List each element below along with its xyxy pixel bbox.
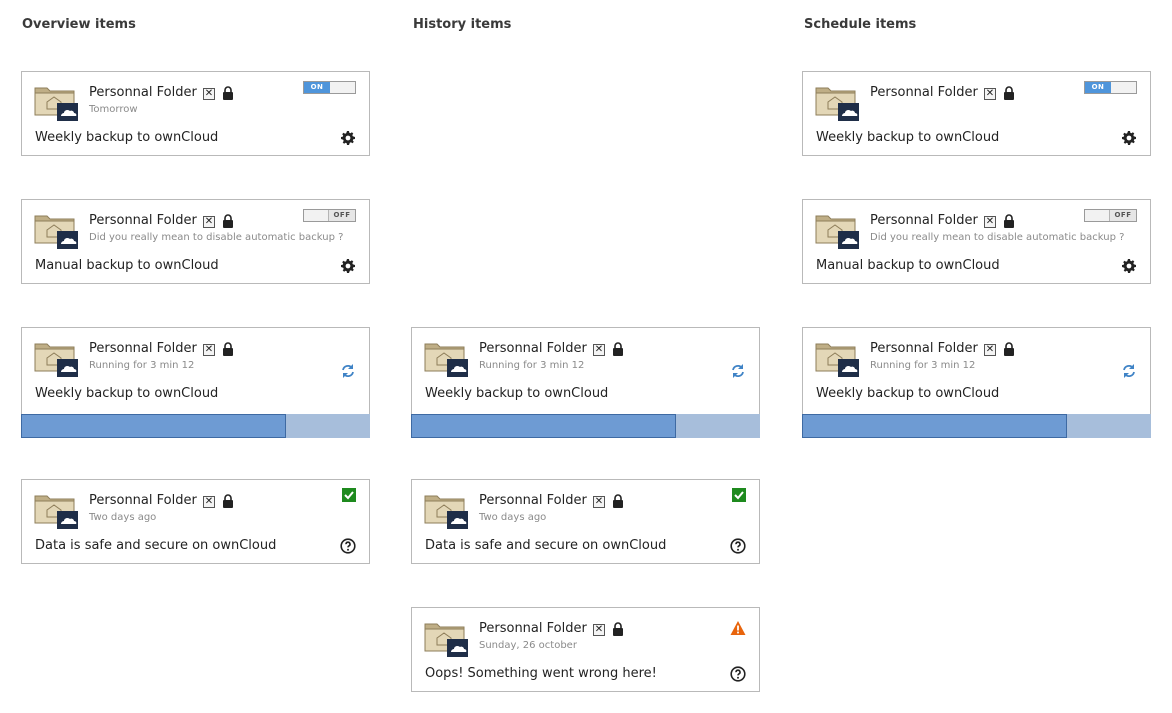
- column-title-schedule: Schedule items: [804, 17, 917, 32]
- backup-description: Weekly backup to ownCloud: [35, 386, 219, 401]
- backup-card-error[interactable]: Personnal Folder ✕ Sunday, 26 october Oo…: [411, 607, 760, 692]
- folder-name: Personnal Folder: [89, 213, 197, 228]
- folder-home-icon: [815, 343, 859, 377]
- backup-description: Manual backup to ownCloud: [816, 258, 1000, 273]
- lock-icon: [223, 214, 233, 228]
- close-icon[interactable]: ✕: [203, 344, 215, 356]
- sync-icon[interactable]: [340, 363, 356, 379]
- backup-card-running[interactable]: Personnal Folder ✕ Running for 3 min 12 …: [802, 327, 1151, 438]
- column-title-history: History items: [413, 17, 512, 32]
- column-title-overview: Overview items: [22, 17, 136, 32]
- backup-toggle-on[interactable]: ON: [303, 81, 356, 94]
- backup-progress-bar: [802, 414, 1151, 438]
- backup-subtitle: Running for 3 min 12: [479, 360, 585, 371]
- close-icon[interactable]: ✕: [203, 496, 215, 508]
- lock-icon: [613, 342, 623, 356]
- folder-name: Personnal Folder: [479, 341, 587, 356]
- backup-description: Weekly backup to ownCloud: [816, 130, 1000, 145]
- folder-name: Personnal Folder: [479, 493, 587, 508]
- help-icon[interactable]: [340, 538, 356, 554]
- lock-icon: [223, 342, 233, 356]
- sync-icon[interactable]: [1121, 363, 1137, 379]
- backup-card-done[interactable]: Personnal Folder ✕ Two days ago Data is …: [21, 479, 370, 564]
- backup-description: Manual backup to ownCloud: [35, 258, 219, 273]
- backup-description: Weekly backup to ownCloud: [425, 386, 609, 401]
- folder-home-icon: [34, 495, 78, 529]
- folder-home-icon: [34, 215, 78, 249]
- close-icon[interactable]: ✕: [203, 88, 215, 100]
- lock-icon: [1004, 86, 1014, 100]
- gear-icon[interactable]: [340, 258, 356, 274]
- close-icon[interactable]: ✕: [984, 216, 996, 228]
- folder-home-icon: [424, 623, 468, 657]
- backup-progress-bar: [21, 414, 370, 438]
- lock-icon: [223, 86, 233, 100]
- backup-subtitle: Did you really mean to disable automatic…: [89, 232, 344, 243]
- lock-icon: [1004, 214, 1014, 228]
- check-icon: [732, 488, 746, 502]
- backup-description: Data is safe and secure on ownCloud: [35, 538, 277, 553]
- close-icon[interactable]: ✕: [593, 344, 605, 356]
- close-icon[interactable]: ✕: [203, 216, 215, 228]
- backup-card-running[interactable]: Personnal Folder ✕ Running for 3 min 12 …: [411, 327, 760, 438]
- lock-icon: [613, 622, 623, 636]
- lock-icon: [223, 494, 233, 508]
- backup-card-manual[interactable]: Personnal Folder ✕ OFF Did you really me…: [21, 199, 370, 284]
- gear-icon[interactable]: [1121, 130, 1137, 146]
- folder-name: Personnal Folder: [89, 493, 197, 508]
- backup-subtitle: Two days ago: [479, 512, 547, 523]
- backup-subtitle: Sunday, 26 october: [479, 640, 577, 651]
- check-icon: [342, 488, 356, 502]
- folder-home-icon: [34, 87, 78, 121]
- close-icon[interactable]: ✕: [984, 88, 996, 100]
- folder-home-icon: [34, 343, 78, 377]
- folder-home-icon: [424, 343, 468, 377]
- backup-progress-bar: [411, 414, 760, 438]
- folder-name: Personnal Folder: [479, 621, 587, 636]
- backup-subtitle: Tomorrow: [89, 104, 138, 115]
- backup-description: Data is safe and secure on ownCloud: [425, 538, 667, 553]
- backup-card-manual[interactable]: Personnal Folder ✕ OFF Did you really me…: [802, 199, 1151, 284]
- folder-name: Personnal Folder: [89, 341, 197, 356]
- backup-subtitle: Did you really mean to disable automatic…: [870, 232, 1125, 243]
- folder-name: Personnal Folder: [870, 85, 978, 100]
- lock-icon: [1004, 342, 1014, 356]
- close-icon[interactable]: ✕: [984, 344, 996, 356]
- gear-icon[interactable]: [1121, 258, 1137, 274]
- close-icon[interactable]: ✕: [593, 496, 605, 508]
- help-icon[interactable]: [730, 666, 746, 682]
- backup-toggle-on[interactable]: ON: [1084, 81, 1137, 94]
- folder-name: Personnal Folder: [870, 213, 978, 228]
- backup-description: Weekly backup to ownCloud: [816, 386, 1000, 401]
- backup-card-scheduled[interactable]: Personnal Folder ✕ ON Weekly backup to o…: [802, 71, 1151, 156]
- backup-card-running[interactable]: Personnal Folder ✕ Running for 3 min 12 …: [21, 327, 370, 438]
- backup-subtitle: Running for 3 min 12: [870, 360, 976, 371]
- help-icon[interactable]: [730, 538, 746, 554]
- close-icon[interactable]: ✕: [593, 624, 605, 636]
- folder-name: Personnal Folder: [870, 341, 978, 356]
- lock-icon: [613, 494, 623, 508]
- folder-name: Personnal Folder: [89, 85, 197, 100]
- backup-description: Oops! Something went wrong here!: [425, 666, 657, 681]
- folder-home-icon: [815, 87, 859, 121]
- backup-toggle-off[interactable]: OFF: [303, 209, 356, 222]
- warning-icon: [730, 621, 746, 635]
- backup-subtitle: Running for 3 min 12: [89, 360, 195, 371]
- sync-icon[interactable]: [730, 363, 746, 379]
- backup-card-scheduled[interactable]: Personnal Folder ✕ ON Tomorrow Weekly ba…: [21, 71, 370, 156]
- folder-home-icon: [424, 495, 468, 529]
- backup-description: Weekly backup to ownCloud: [35, 130, 219, 145]
- backup-subtitle: Two days ago: [89, 512, 157, 523]
- backup-card-done[interactable]: Personnal Folder ✕ Two days ago Data is …: [411, 479, 760, 564]
- folder-home-icon: [815, 215, 859, 249]
- gear-icon[interactable]: [340, 130, 356, 146]
- backup-toggle-off[interactable]: OFF: [1084, 209, 1137, 222]
